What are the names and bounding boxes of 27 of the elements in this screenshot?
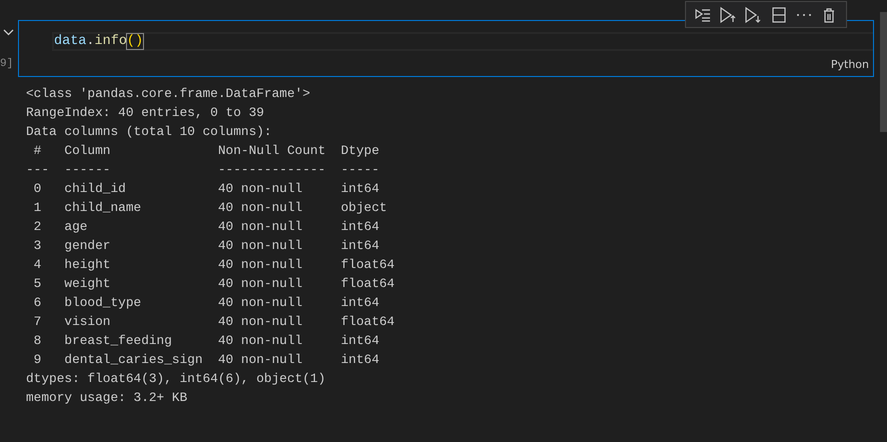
output-line: 8 breast_feeding 40 non-null int64 — [32, 332, 380, 350]
output-line: 9 dental_caries_sign 40 non-null int64 — [32, 351, 380, 369]
output-line: 7 vision 40 non-null float64 — [32, 313, 395, 331]
output-line: 1 child_name 40 non-null object — [32, 199, 388, 217]
collapse-chevron-icon[interactable] — [3, 29, 14, 36]
output-line: 5 weight 40 non-null float64 — [32, 275, 395, 293]
execution-count: 9] — [0, 58, 14, 70]
output-line: <class 'pandas.core.frame.DataFrame'> — [26, 85, 310, 103]
split-cell-icon[interactable] — [770, 6, 788, 24]
output-line: --- ------ -------------- ----- — [26, 161, 380, 179]
output-line: 2 age 40 non-null int64 — [32, 218, 380, 236]
language-label[interactable]: Python — [830, 56, 869, 73]
code-cell[interactable]: data.info() Python — [18, 20, 874, 77]
run-below-icon[interactable] — [744, 6, 762, 24]
output-line: 0 child_id 40 non-null int64 — [32, 180, 380, 198]
output-line: dtypes: float64(3), int64(6), object(1) — [26, 370, 326, 388]
code-line: data.info() — [54, 34, 144, 49]
output-line: RangeIndex: 40 entries, 0 to 39 — [26, 104, 264, 122]
output-line: 3 gender 40 non-null int64 — [32, 237, 380, 255]
output-line: 6 blood_type 40 non-null int64 — [32, 294, 380, 312]
output-line: # Column Non-Null Count Dtype — [32, 142, 380, 160]
run-above-icon[interactable] — [718, 6, 737, 24]
output-line: memory usage: 3.2+ KB — [26, 389, 188, 407]
code-editor[interactable]: data.info() — [52, 32, 873, 51]
output-line: 4 height 40 non-null float64 — [32, 256, 395, 274]
output-line: Data columns (total 10 columns): — [26, 123, 272, 141]
scrollbar[interactable] — [880, 12, 887, 132]
